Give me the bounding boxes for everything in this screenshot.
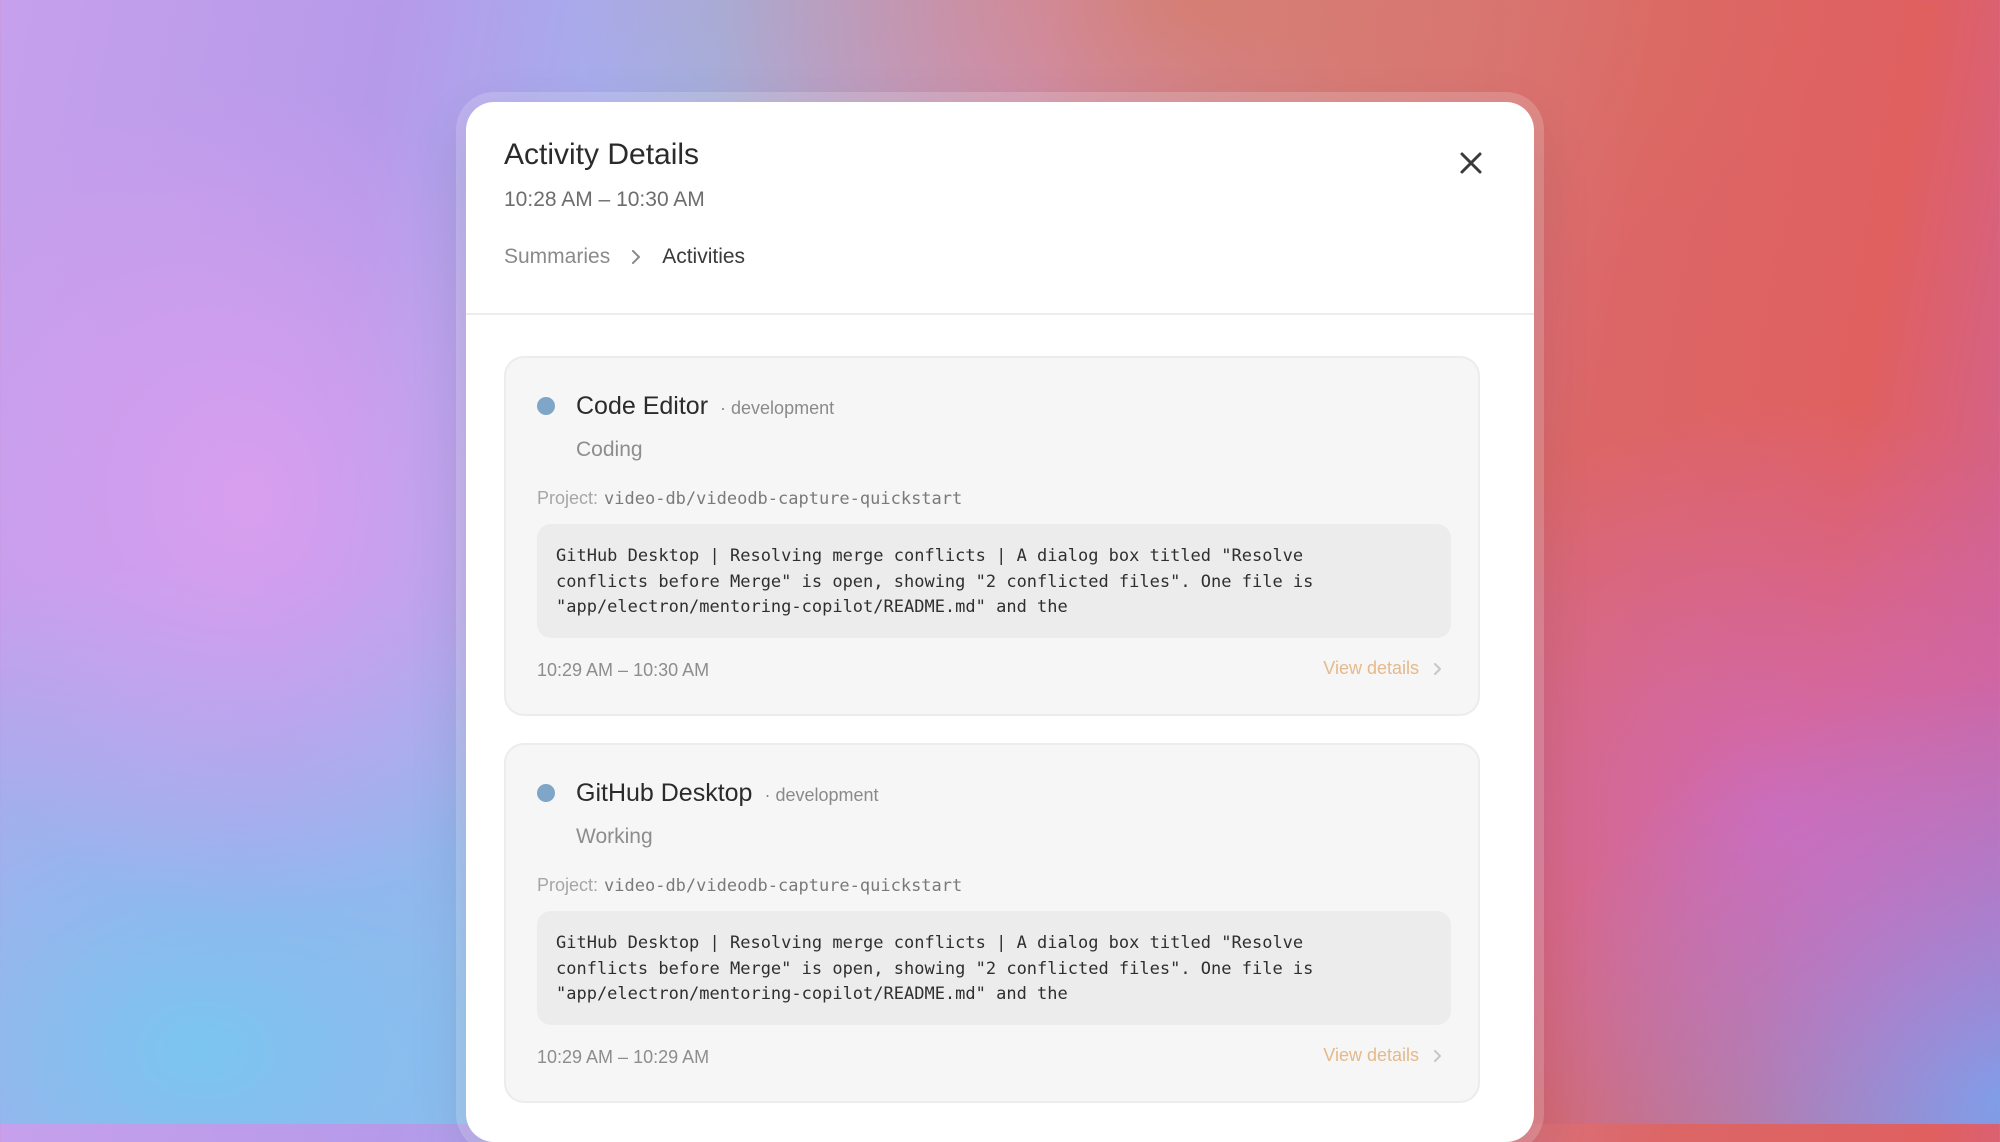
breadcrumb: Summaries Activities: [504, 245, 745, 269]
project-label: Project:: [537, 875, 599, 895]
modal-header: Activity Details 10:28 AM – 10:30 AM Sum…: [466, 102, 1534, 315]
app-name: Code Editor: [576, 392, 709, 420]
modal-title: Activity Details: [504, 138, 700, 171]
activity-type: Coding: [576, 438, 643, 461]
breadcrumb-activities: Activities: [662, 245, 746, 268]
activity-description: GitHub Desktop | Resolving merge conflic…: [537, 911, 1451, 1025]
project-value: video-db/videodb-capture-quickstart: [604, 876, 963, 896]
view-details-link[interactable]: View details: [1323, 1045, 1443, 1066]
breadcrumb-summaries[interactable]: Summaries: [504, 245, 610, 269]
activity-type: Working: [576, 825, 653, 848]
close-button[interactable]: [1453, 145, 1489, 181]
activity-time: 10:29 AM – 10:30 AM: [537, 660, 710, 680]
project-row: Project: video-db/videodb-capture-quicks…: [537, 875, 962, 896]
modal-time-range: 10:28 AM – 10:30 AM: [504, 188, 705, 211]
status-dot: [537, 784, 555, 802]
project-value: video-db/videodb-capture-quickstart: [604, 489, 963, 509]
app-row: GitHub Desktop · development: [576, 779, 879, 808]
view-details-label: View details: [1323, 658, 1419, 678]
activity-description: GitHub Desktop | Resolving merge conflic…: [537, 524, 1451, 638]
activity-time: 10:29 AM – 10:29 AM: [537, 1047, 710, 1067]
app-category: · development: [720, 398, 835, 418]
activity-card: Code Editor · development Coding Project…: [504, 356, 1480, 716]
project-label: Project:: [537, 488, 599, 508]
project-row: Project: video-db/videodb-capture-quicks…: [537, 488, 962, 509]
chevron-right-icon: [630, 248, 642, 266]
view-details-link[interactable]: View details: [1323, 658, 1443, 679]
view-details-label: View details: [1323, 1045, 1419, 1065]
chevron-right-icon: [1434, 1049, 1441, 1062]
activity-card: GitHub Desktop · development Working Pro…: [504, 743, 1480, 1103]
chevron-right-icon: [1434, 662, 1441, 675]
app-category: · development: [764, 785, 879, 805]
app-row: Code Editor · development: [576, 392, 834, 421]
activity-details-modal: Activity Details 10:28 AM – 10:30 AM Sum…: [466, 102, 1534, 1142]
status-dot: [537, 397, 555, 415]
app-name: GitHub Desktop: [576, 779, 753, 807]
close-icon: [1460, 152, 1482, 174]
